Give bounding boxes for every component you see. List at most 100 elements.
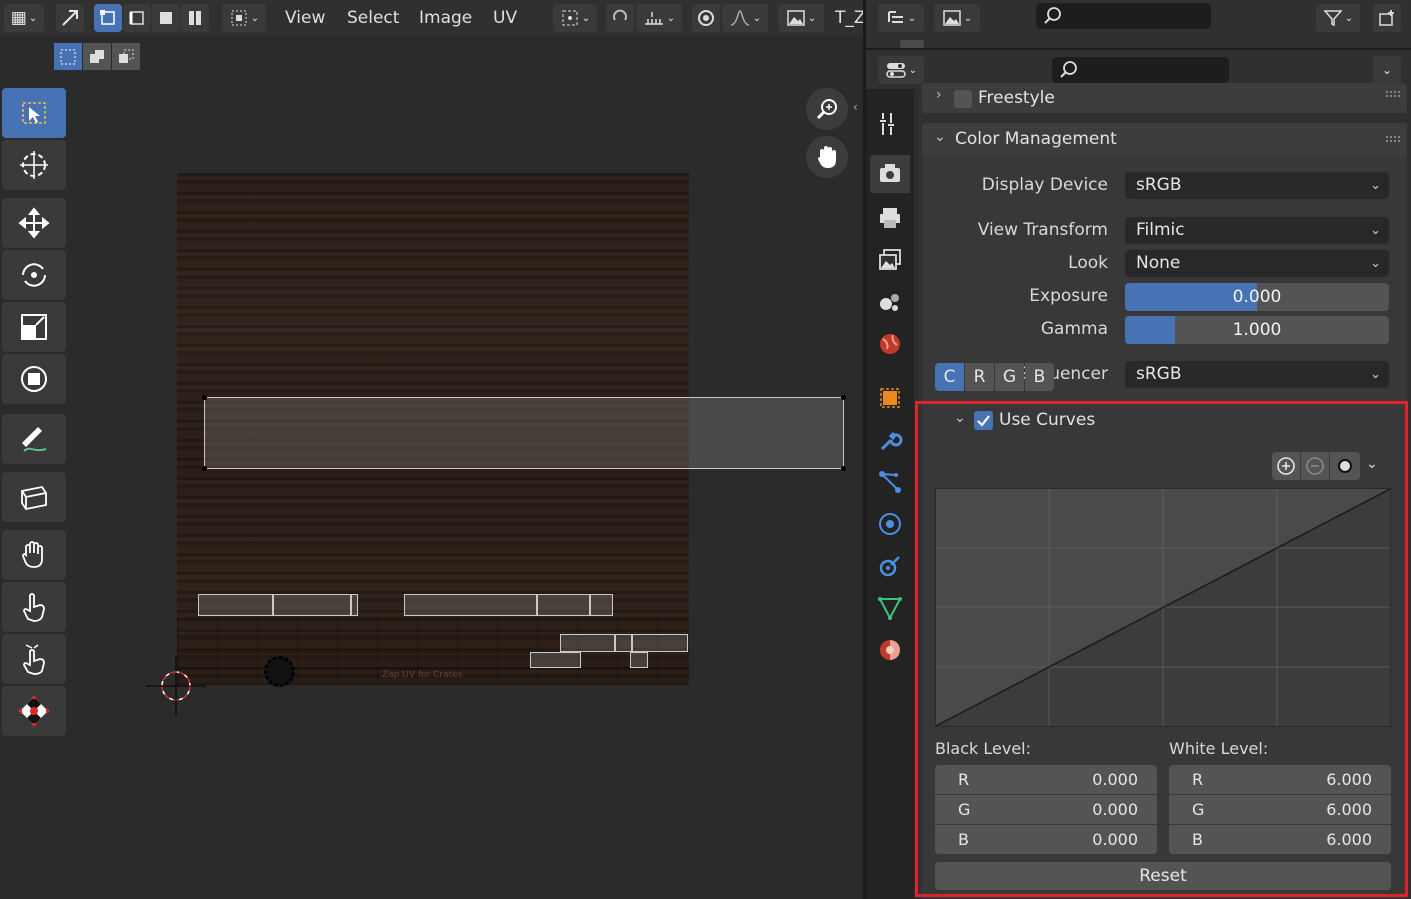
tool-cursor[interactable]: [2, 140, 66, 190]
tab-output[interactable]: [870, 199, 910, 237]
uv-vertex[interactable]: [202, 466, 207, 471]
tab-physics[interactable]: [870, 505, 910, 543]
image-name-field[interactable]: T_Z: [835, 6, 864, 30]
display-device-dropdown[interactable]: sRGB ⌄: [1125, 172, 1389, 199]
proportional-edit-toggle[interactable]: [692, 4, 720, 32]
tab-particles[interactable]: [870, 463, 910, 501]
vertex-select-button[interactable]: [94, 4, 122, 32]
select-subtract-button[interactable]: [112, 43, 140, 70]
outliner-search-input[interactable]: [1036, 3, 1211, 29]
sync-selection-button[interactable]: [56, 4, 84, 32]
look-dropdown[interactable]: None ⌄: [1125, 250, 1389, 277]
tab-object[interactable]: [870, 379, 910, 417]
uv-island[interactable]: [630, 652, 648, 668]
uv-island[interactable]: [632, 634, 688, 652]
uv-island[interactable]: [537, 594, 590, 616]
image-browse-dropdown[interactable]: ⌄: [778, 4, 824, 32]
reset-curves-button[interactable]: Reset: [935, 862, 1391, 890]
menu-uv[interactable]: UV: [493, 6, 517, 30]
tool-scale[interactable]: [2, 302, 66, 352]
drag-handle-icon[interactable]: [1385, 90, 1401, 98]
tab-world[interactable]: [870, 325, 910, 363]
tool-rip-region[interactable]: [2, 472, 66, 522]
tab-tool[interactable]: [870, 105, 910, 143]
outliner-filter-dropdown[interactable]: ⌄: [1316, 4, 1360, 32]
black-level-r-field[interactable]: R 0.000: [935, 765, 1157, 794]
uv-island[interactable]: [615, 634, 632, 652]
zoom-view-button[interactable]: [806, 88, 848, 130]
edge-select-button[interactable]: [123, 4, 151, 32]
proportional-falloff-dropdown[interactable]: ⌄: [722, 4, 768, 32]
tab-view-layer[interactable]: [870, 241, 910, 279]
tool-relax[interactable]: [2, 582, 66, 632]
outliner-filter-view-dropdown[interactable]: ⌄: [934, 4, 980, 32]
tool-move[interactable]: [2, 198, 66, 248]
island-select-button[interactable]: [181, 4, 209, 32]
curve-channel-c[interactable]: C: [935, 363, 964, 391]
tab-constraints[interactable]: [870, 547, 910, 585]
sequencer-dropdown[interactable]: sRGB ⌄: [1125, 361, 1389, 388]
uv-island[interactable]: [404, 594, 537, 616]
tab-material[interactable]: [870, 631, 910, 669]
select-new-button[interactable]: [54, 43, 82, 70]
white-level-r-field[interactable]: R 6.000: [1169, 765, 1391, 794]
pivot-point-dropdown[interactable]: ⌄: [553, 4, 597, 32]
gamma-slider[interactable]: 1.000: [1125, 316, 1389, 344]
uv-vertex[interactable]: [841, 395, 846, 400]
use-curves-checkbox[interactable]: [974, 411, 993, 430]
menu-select[interactable]: Select: [347, 6, 399, 30]
chevron-down-icon[interactable]: ⌄: [954, 410, 966, 426]
black-level-g-field[interactable]: G 0.000: [935, 795, 1157, 824]
drag-handle-icon[interactable]: [1385, 135, 1401, 143]
uv-vertex[interactable]: [841, 466, 846, 471]
curve-graph[interactable]: [935, 488, 1391, 727]
uv-island[interactable]: [590, 594, 613, 616]
white-level-g-field[interactable]: G 6.000: [1169, 795, 1391, 824]
new-collection-button[interactable]: [1373, 4, 1401, 32]
uv-island[interactable]: [198, 594, 273, 616]
select-extend-button[interactable]: [83, 43, 111, 70]
snap-target-dropdown[interactable]: ⌄: [636, 4, 682, 32]
tab-data[interactable]: [870, 589, 910, 627]
black-level-b-field[interactable]: B 0.000: [935, 825, 1157, 854]
color-management-panel-header[interactable]: ⌄ Color Management: [922, 123, 1407, 157]
curve-zoom-out-button[interactable]: [1301, 452, 1329, 480]
curve-channel-g[interactable]: G: [995, 363, 1024, 391]
properties-options-dropdown[interactable]: ⌄: [1373, 56, 1401, 84]
snap-toggle[interactable]: [606, 4, 634, 32]
menu-view[interactable]: View: [285, 6, 325, 30]
freestyle-checkbox[interactable]: [954, 90, 972, 108]
freestyle-panel-header[interactable]: › Freestyle: [922, 83, 1407, 113]
face-select-button[interactable]: [152, 4, 180, 32]
tool-grab[interactable]: [2, 530, 66, 580]
curve-channel-r[interactable]: R: [965, 363, 994, 391]
tool-transform[interactable]: [2, 354, 66, 404]
uv-island[interactable]: [530, 652, 581, 668]
tool-annotate[interactable]: [2, 414, 66, 464]
uv-island-circle[interactable]: [264, 656, 295, 687]
outliner-display-mode-dropdown[interactable]: ⌄: [878, 4, 924, 32]
exposure-slider[interactable]: 0.000: [1125, 283, 1389, 311]
uv-island-large[interactable]: [204, 397, 844, 469]
uv-island[interactable]: [273, 594, 351, 616]
chevron-left-icon[interactable]: ‹: [853, 100, 858, 114]
properties-editor-type-dropdown[interactable]: ⌄: [878, 56, 924, 84]
curve-channel-b[interactable]: B: [1025, 363, 1054, 391]
tool-rotate[interactable]: [2, 250, 66, 300]
pan-view-button[interactable]: [806, 136, 848, 178]
tab-modifiers[interactable]: [870, 421, 910, 459]
menu-image[interactable]: Image: [419, 6, 472, 30]
view-transform-dropdown[interactable]: Filmic ⌄: [1125, 217, 1389, 244]
uv-island[interactable]: [560, 634, 615, 652]
white-level-b-field[interactable]: B 6.000: [1169, 825, 1391, 854]
tool-select-box[interactable]: [2, 88, 66, 138]
uv-island[interactable]: [351, 594, 358, 616]
2d-cursor-icon[interactable]: [146, 656, 206, 716]
tab-render[interactable]: [870, 155, 910, 193]
uv-editor[interactable]: ▦ ⌄ ⌄ View Select Image UV ⌄ ⌄ ⌄ ⌄ T_Z ‹…: [0, 0, 864, 899]
uv-vertex[interactable]: [202, 395, 207, 400]
tab-scene[interactable]: [870, 283, 910, 321]
curve-tools-dropdown[interactable]: ⌄: [1366, 456, 1378, 472]
editor-type-button[interactable]: ▦ ⌄: [4, 4, 44, 32]
properties-search-input[interactable]: [1052, 57, 1229, 83]
